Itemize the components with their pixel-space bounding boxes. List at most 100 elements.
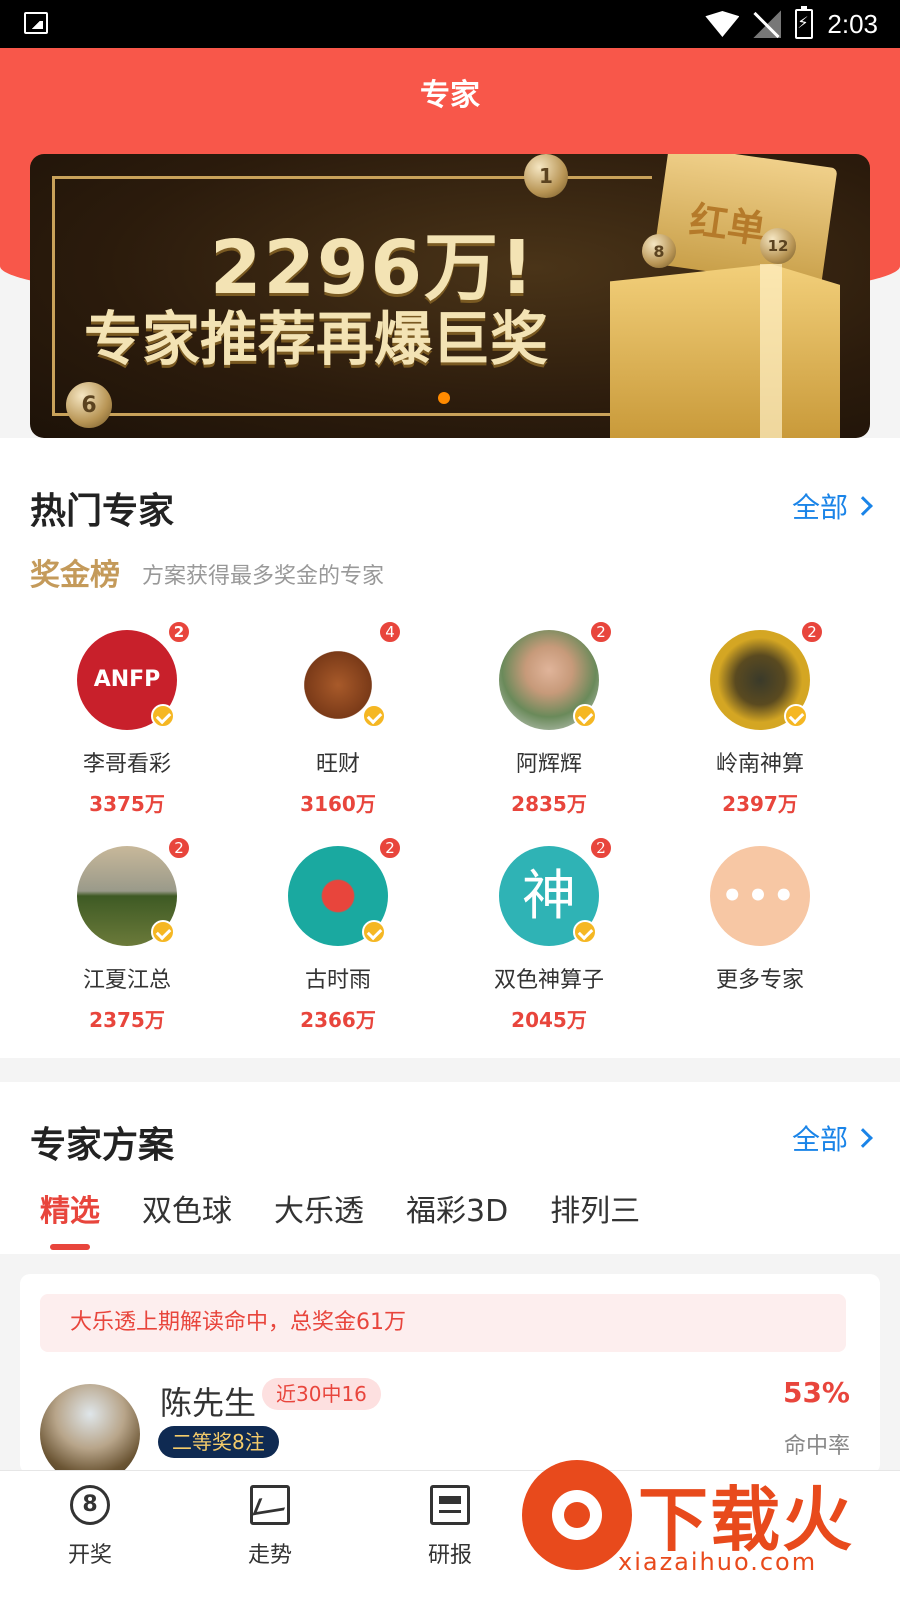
chevron-right-icon	[853, 496, 873, 516]
expert-name: 双色神算子	[493, 968, 604, 993]
avatar: 2	[77, 836, 191, 946]
expert-plans-title: 专家方案	[30, 1125, 175, 1166]
wifi-icon	[705, 11, 740, 37]
battery-charging-icon	[795, 6, 814, 39]
gift-card-label: 红单	[686, 197, 769, 253]
expert-name: 岭南神算	[715, 752, 804, 777]
notification-badge: 2	[589, 836, 613, 860]
avatar-logo-text: 神	[522, 864, 576, 927]
verified-icon	[784, 704, 808, 728]
watermark-url: xiazaihuo.com	[618, 1548, 818, 1576]
expert-name: 阿辉辉	[515, 752, 582, 777]
avatar-logo-text: ANFP	[93, 667, 161, 692]
ellipsis-icon: •••	[710, 846, 810, 946]
gift-box-front	[610, 264, 840, 438]
nav-draw[interactable]: 8 开奖	[0, 1471, 180, 1600]
nav-report[interactable]: 研报	[360, 1471, 540, 1600]
tab-fc3d[interactable]: 福彩3D	[406, 1186, 508, 1250]
verified-icon	[362, 920, 386, 944]
watermark-logo: 下载火 xiazaihuo.com	[522, 1456, 900, 1600]
hit-rate-value: 53%	[782, 1376, 850, 1409]
plan-notice: 大乐透上期解读命中，总奖金61万	[40, 1294, 846, 1352]
draw-8-icon: 8	[70, 1485, 110, 1525]
nav-label: 研报	[427, 1543, 472, 1568]
hit-record-tag: 近30中16	[262, 1378, 381, 1410]
lottery-ball: 12	[760, 228, 796, 264]
hot-experts-title: 热门专家	[30, 491, 175, 532]
expert-name: 旺财	[315, 752, 360, 777]
hot-experts-all-link[interactable]: 全部	[791, 486, 873, 526]
notification-badge: 2	[378, 836, 402, 860]
banner-subline: 专家推荐再爆巨奖	[84, 305, 549, 373]
carousel-indicator[interactable]	[438, 392, 450, 404]
tab-pl3[interactable]: 排列三	[550, 1186, 640, 1250]
expert-amount: 2375万	[89, 1008, 165, 1032]
rank-title: 奖金榜	[30, 558, 120, 593]
expert-amount: 2835万	[511, 792, 587, 816]
status-bar: 2:03	[0, 0, 900, 48]
expert-item[interactable]: 2 古时雨 2366万	[238, 836, 438, 1033]
notification-badge: 4	[378, 620, 402, 644]
expert-plans-all-link[interactable]: 全部	[791, 1118, 873, 1158]
expert-amount: 3375万	[89, 792, 165, 816]
expert-item[interactable]: 4 旺财 3160万	[238, 620, 438, 817]
plan-card[interactable]: 大乐透上期解读命中，总奖金61万 陈先生 近30中16 二等奖8注 53% 命中…	[20, 1274, 880, 1484]
verified-icon	[573, 920, 597, 944]
lottery-ball: 8	[642, 234, 676, 268]
all-link-label: 全部	[791, 1123, 848, 1156]
verified-icon	[362, 704, 386, 728]
notification-badge: 2	[800, 620, 824, 644]
lottery-tabs: 精选 双色球 大乐透 福彩3D 排列三	[40, 1186, 640, 1250]
tab-ssq[interactable]: 双色球	[142, 1186, 232, 1250]
avatar: 神 2	[499, 836, 613, 946]
page-title: 专家	[420, 78, 480, 113]
verified-icon	[573, 704, 597, 728]
notification-badge: 2	[167, 836, 191, 860]
lottery-ball: 1	[524, 154, 568, 198]
gift-box-illustration: 红单 8 12	[610, 154, 870, 438]
expert-amount: 2397万	[722, 792, 798, 816]
no-signal-icon	[753, 10, 781, 38]
chevron-right-icon	[853, 1128, 873, 1148]
status-time: 2:03	[827, 8, 878, 39]
report-icon	[430, 1485, 470, 1525]
tab-featured[interactable]: 精选	[40, 1186, 100, 1250]
expert-item[interactable]: 神 2 双色神算子 2045万	[449, 836, 649, 1033]
more-experts-item[interactable]: ••• 更多专家	[660, 846, 860, 994]
verified-icon	[151, 920, 175, 944]
verified-icon	[151, 704, 175, 728]
all-link-label: 全部	[791, 491, 848, 524]
expert-name: 古时雨	[304, 968, 371, 993]
promo-banner[interactable]: 2296万! 专家推荐再爆巨奖 1 6 红单 8 12	[30, 154, 870, 438]
avatar: 2	[499, 620, 613, 730]
avatar	[40, 1384, 140, 1484]
expert-item[interactable]: 2 阿辉辉 2835万	[449, 620, 649, 817]
avatar: 2	[710, 620, 824, 730]
lottery-ball: 6	[66, 382, 112, 428]
notification-badge: 2	[589, 620, 613, 644]
nav-trend[interactable]: 走势	[180, 1471, 360, 1600]
expert-name: 陈先生	[160, 1384, 257, 1422]
avatar: 2	[288, 836, 402, 946]
nav-label: 走势	[247, 1543, 292, 1568]
tab-dlt[interactable]: 大乐透	[274, 1186, 364, 1250]
hot-experts-section: 热门专家 全部 奖金榜 方案获得最多奖金的专家 ANFP 2 李哥看彩 3375…	[0, 438, 900, 1058]
expert-amount: 2366万	[300, 1008, 376, 1032]
expert-amount: 2045万	[511, 1008, 587, 1032]
expert-item[interactable]: ANFP 2 李哥看彩 3375万	[27, 620, 227, 817]
notification-badge: 2	[167, 620, 191, 644]
trend-icon	[250, 1485, 290, 1525]
expert-name: 李哥看彩	[82, 752, 171, 777]
expert-plans-section: 专家方案 全部 精选 双色球 大乐透 福彩3D 排列三	[0, 1082, 900, 1254]
nav-label: 开奖	[67, 1543, 112, 1568]
more-experts-label: 更多专家	[715, 968, 804, 993]
prize-badge: 二等奖8注	[158, 1426, 279, 1458]
gift-ribbon	[760, 264, 782, 438]
expert-item[interactable]: 2 江夏江总 2375万	[27, 836, 227, 1033]
expert-item[interactable]: 2 岭南神算 2397万	[660, 620, 860, 817]
avatar: ANFP 2	[77, 620, 191, 730]
image-notification-icon	[24, 12, 48, 34]
expert-name: 江夏江总	[82, 968, 171, 993]
expert-amount: 3160万	[300, 792, 376, 816]
avatar: 4	[288, 620, 402, 730]
